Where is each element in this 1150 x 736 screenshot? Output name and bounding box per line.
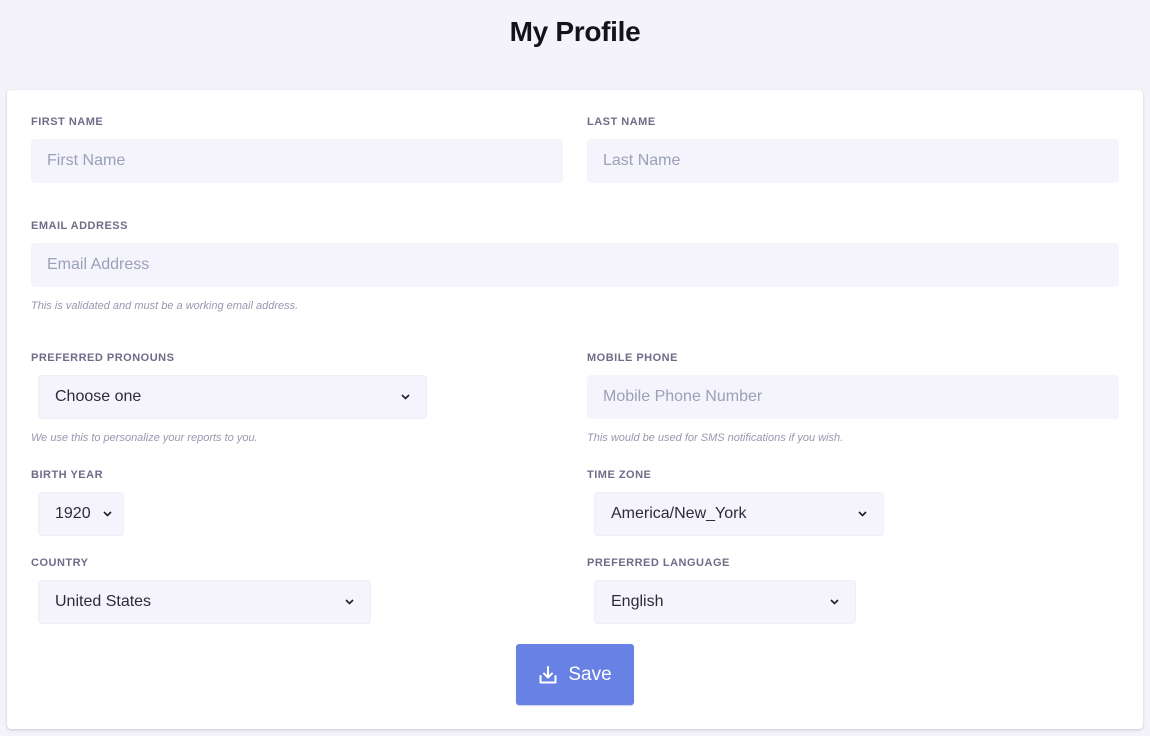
time-zone-selected-value: America/New_York <box>611 505 747 522</box>
birth-year-select[interactable]: 1920 <box>38 492 124 536</box>
time-zone-label: Time Zone <box>587 469 652 481</box>
chevron-down-icon <box>857 509 867 519</box>
birth-year-selected-value: 1920 <box>55 505 91 522</box>
last-name-input[interactable] <box>587 139 1119 183</box>
chevron-down-icon <box>829 597 839 607</box>
profile-form-card: First Name Last Name Email Address This … <box>7 90 1143 729</box>
email-help-text: This is validated and must be a working … <box>31 300 299 312</box>
mobile-phone-label: Mobile Phone <box>587 352 678 364</box>
page-title: My Profile <box>509 16 641 47</box>
time-zone-select[interactable]: America/New_York <box>594 492 884 536</box>
mobile-phone-help-text: This would be used for SMS notifications… <box>587 432 844 444</box>
email-label: Email Address <box>31 220 128 232</box>
last-name-label: Last Name <box>587 116 656 128</box>
first-name-input[interactable] <box>31 139 563 183</box>
country-select[interactable]: United States <box>38 580 371 624</box>
email-input[interactable] <box>31 243 1119 287</box>
download-icon <box>538 665 558 685</box>
pronouns-select[interactable]: Choose one <box>38 375 427 419</box>
save-button[interactable]: Save <box>516 644 634 705</box>
chevron-down-icon <box>400 392 410 402</box>
language-selected-value: English <box>611 593 664 610</box>
country-selected-value: United States <box>55 593 152 610</box>
pronouns-help-text: We use this to personalize your reports … <box>31 432 258 444</box>
chevron-down-icon <box>344 597 354 607</box>
pronouns-selected-value: Choose one <box>55 388 142 405</box>
language-select[interactable]: English <box>594 580 856 624</box>
language-label: Preferred Language <box>587 557 730 569</box>
birth-year-label: Birth Year <box>31 469 104 481</box>
mobile-phone-input[interactable] <box>587 375 1119 419</box>
pronouns-label: Preferred Pronouns <box>31 352 175 364</box>
first-name-label: First Name <box>31 116 104 128</box>
save-button-label: Save <box>568 663 612 685</box>
country-label: Country <box>31 557 89 569</box>
chevron-down-icon <box>103 509 112 519</box>
